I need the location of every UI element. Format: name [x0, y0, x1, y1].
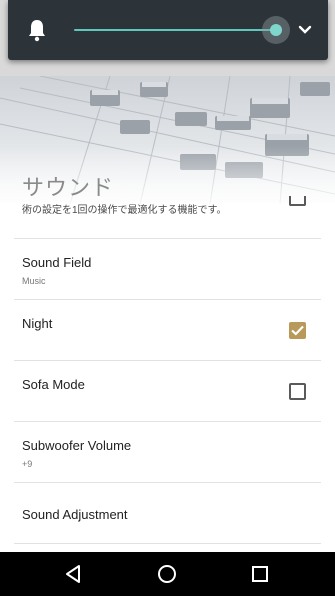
night-checkbox[interactable]: [289, 322, 306, 339]
volume-slider-thumb[interactable]: [270, 24, 282, 36]
setting-title-subwoofer-volume: Subwoofer Volume: [22, 438, 132, 453]
chevron-down-icon[interactable]: [298, 23, 312, 37]
setting-title-night: Night: [22, 316, 53, 331]
setting-title-sound-field: Sound Field: [22, 255, 92, 270]
bell-icon[interactable]: [26, 18, 48, 42]
setting-title-sound-adjustment: Sound Adjustment: [22, 507, 128, 522]
navigation-bar: [0, 552, 335, 596]
setting-subtitle-sound-field: Music: [22, 276, 46, 286]
setting-description-text: 音楽視聴のための推奨サウンド設定で、デジタル信号処理技術の設定を1回の操作で最適…: [22, 204, 291, 216]
preset-checkbox[interactable]: [289, 196, 306, 206]
home-icon[interactable]: [157, 564, 177, 584]
volume-panel: [8, 0, 328, 60]
setting-title-sofa-mode: Sofa Mode: [22, 377, 85, 392]
checkmark-icon: [291, 325, 304, 336]
sofa-mode-checkbox[interactable]: [289, 383, 306, 400]
setting-description: 音楽視聴のための推奨サウンド設定で、デジタル信号処理技術の設定を1回の操作で最適…: [22, 204, 292, 226]
page-title: サウンド: [22, 175, 115, 200]
sound-settings-page: サウンド 音楽視聴のための推奨サウンド設定で、デジタル信号処理技術の設定を1回の…: [0, 76, 335, 552]
volume-slider-track[interactable]: [74, 29, 276, 31]
divider: [14, 543, 321, 544]
back-icon[interactable]: [64, 564, 84, 584]
setting-subtitle-subwoofer-volume: +9: [22, 459, 33, 469]
recent-apps-icon[interactable]: [252, 566, 268, 582]
